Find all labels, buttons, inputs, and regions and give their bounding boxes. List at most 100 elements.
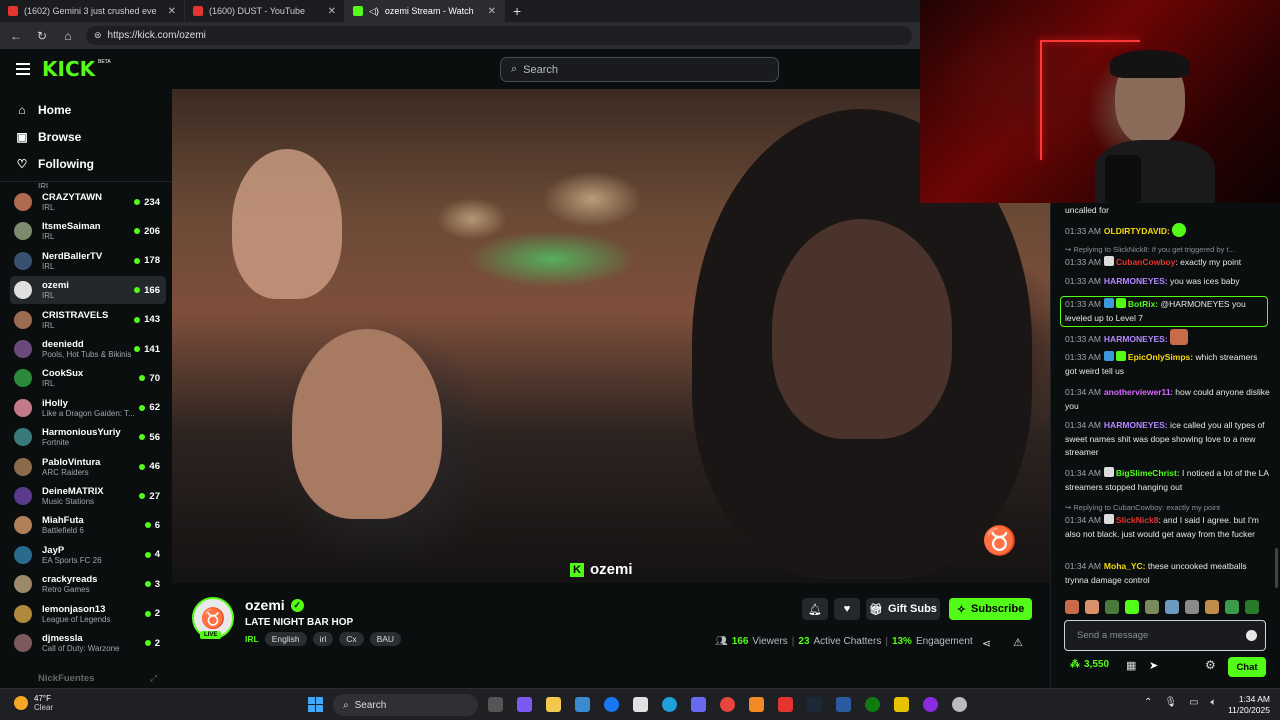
tray-chevron-icon[interactable]: ⌃	[1144, 697, 1152, 708]
chat-username[interactable]: EpicOnlySimps:	[1128, 352, 1193, 362]
speaker-icon[interactable]: ◁)	[369, 6, 379, 17]
emote-icon[interactable]	[1085, 600, 1099, 614]
hamburger-menu-icon[interactable]	[16, 63, 30, 75]
follow-heart-button[interactable]: ♥	[834, 598, 860, 620]
sidebar-channel-item[interactable]: ozemi IRL 166	[10, 276, 166, 305]
sidebar-footer-channel[interactable]: NickFuentes	[38, 673, 95, 684]
emote-icon[interactable]	[1185, 600, 1199, 614]
obs-icon[interactable]	[923, 697, 938, 712]
sidebar-channel-item[interactable]: NerdBallerTV IRL 178	[10, 247, 166, 275]
video-player[interactable]: ♉ K ozemi	[172, 89, 1050, 583]
gift-subs-button[interactable]: 🎁︎ Gift Subs	[866, 598, 940, 620]
store-icon[interactable]: ▦	[1126, 659, 1136, 672]
chat-username[interactable]: BigSlimeChrist:	[1116, 468, 1180, 478]
volume-icon[interactable]: 🔈︎	[1211, 697, 1217, 708]
settings-icon[interactable]	[952, 697, 967, 712]
sidebar-channel-item[interactable]: iHolly Like a Dragon Gaiden: T... 62	[10, 394, 166, 422]
app-icon[interactable]	[836, 697, 851, 712]
close-tab-icon[interactable]: ✕	[168, 6, 176, 17]
sidebar-channel-item[interactable]: DeineMATRIX Music Stations 27	[10, 482, 166, 510]
settings-gear-icon[interactable]: ⚙	[1205, 658, 1216, 672]
sidebar-channel-item[interactable]: lemonjason13 League of Legends 2	[10, 600, 166, 628]
emote-icon[interactable]	[1225, 600, 1239, 614]
channel-name[interactable]: ozemi ✓	[245, 597, 304, 613]
taskbar-clock[interactable]: 1:34 AM 11/20/2025	[1228, 694, 1270, 716]
network-icon[interactable]: ▭	[1189, 697, 1198, 708]
nav-home[interactable]: ⌂ Home	[16, 103, 71, 117]
browser-tab[interactable]: (1602) Gemini 3 just crushed eve ✕	[0, 0, 185, 22]
sidebar-channel-item[interactable]: crackyreads Retro Games 3	[10, 570, 166, 598]
chrome-icon[interactable]	[720, 697, 735, 712]
xbox-icon[interactable]	[865, 697, 880, 712]
category-link[interactable]: IRL	[245, 634, 259, 644]
browser-tab-active[interactable]: ◁) ozemi Stream - Watch Live o ✕	[345, 0, 505, 22]
edge-icon[interactable]	[662, 697, 677, 712]
emote-icon[interactable]	[1125, 600, 1139, 614]
chat-username[interactable]: CubanCowboy	[1116, 257, 1176, 267]
windows-start-icon[interactable]	[308, 697, 323, 712]
chat-username[interactable]: HARMONEYES:	[1104, 334, 1168, 344]
nav-following[interactable]: ♡ Following	[16, 157, 94, 171]
kick-logo[interactable]: KICK	[42, 57, 95, 81]
sidebar-channel-item[interactable]: CRAZYTAWN IRL 234	[10, 188, 166, 216]
sidebar-channel-item[interactable]: djmessla Call of Duty: Warzone 2	[10, 629, 166, 657]
chat-username[interactable]: HARMONEYES:	[1104, 276, 1168, 286]
emote-icon[interactable]	[1105, 600, 1119, 614]
tag-chip[interactable]: English	[264, 632, 307, 646]
search-input[interactable]: ⌕ Search	[500, 57, 779, 82]
emote-icon[interactable]	[1145, 600, 1159, 614]
chat-username[interactable]: HARMONEYES:	[1104, 420, 1168, 430]
site-info-icon[interactable]: ⊜	[94, 30, 102, 41]
channel-points[interactable]: ⁂ 3,550	[1070, 659, 1109, 670]
vlc-icon[interactable]	[749, 697, 764, 712]
nav-browse[interactable]: ▣ Browse	[16, 130, 81, 144]
tag-chip[interactable]: Cx	[339, 632, 364, 646]
url-field[interactable]: ⊜ https://kick.com/ozemi	[86, 26, 912, 45]
calculator-icon[interactable]	[691, 697, 706, 712]
sidebar-channel-item[interactable]: ItsmeSaiman IRL 206	[10, 217, 166, 245]
emote-icon[interactable]	[1065, 600, 1079, 614]
emote-icon[interactable]	[1205, 600, 1219, 614]
sidebar-channel-item[interactable]: HarmoniousYuriy Fortnite 56	[10, 423, 166, 451]
chat-message-input[interactable]: Send a message	[1064, 620, 1266, 651]
close-tab-icon[interactable]: ✕	[488, 6, 496, 17]
collapse-icon[interactable]: ⤢	[150, 673, 157, 684]
file-explorer-icon[interactable]	[546, 697, 561, 712]
steam-icon[interactable]	[807, 697, 822, 712]
browser-tab[interactable]: (1600) DUST - YouTube ✕	[185, 0, 345, 22]
notification-bell-button[interactable]: 🔔︎	[802, 598, 828, 620]
weather-widget[interactable]: 47°F Clear	[14, 694, 53, 712]
emote-icon[interactable]	[1245, 600, 1259, 614]
emoji-picker-icon[interactable]	[1246, 630, 1257, 641]
sidebar-channel-item[interactable]: CRISTRAVELS IRL 143	[10, 306, 166, 334]
report-icon[interactable]: ⚠	[1013, 636, 1023, 649]
chat-send-button[interactable]: Chat	[1228, 657, 1266, 677]
chat-username[interactable]: Moha_YC:	[1104, 561, 1146, 571]
youtube-icon[interactable]	[778, 697, 793, 712]
chat-username[interactable]: BotRix:	[1128, 299, 1158, 309]
sidebar-channel-item[interactable]: JayP EA Sports FC 26 4	[10, 541, 166, 569]
chat-username[interactable]: SlickNick8	[1116, 515, 1159, 525]
amazon-icon[interactable]	[633, 697, 648, 712]
store-app-icon[interactable]	[575, 697, 590, 712]
sticky-notes-icon[interactable]	[894, 697, 909, 712]
sidebar-channel-item[interactable]: deeniedd Pools, Hot Tubs & Bikinis 141	[10, 335, 166, 363]
taskbar-search[interactable]: ⌕ Search	[333, 694, 478, 716]
microphone-icon[interactable]: 🎙︎	[1164, 697, 1177, 708]
facebook-icon[interactable]	[604, 697, 619, 712]
back-arrow-icon[interactable]: ←	[8, 29, 24, 43]
tag-chip[interactable]: BAU	[369, 632, 402, 646]
subscribe-button[interactable]: ✧ Subscribe	[949, 598, 1032, 620]
emote-icon[interactable]	[1165, 600, 1179, 614]
chat-username[interactable]: OLDIRTYDAVID:	[1104, 226, 1170, 236]
new-tab-icon[interactable]: +	[505, 3, 529, 19]
task-view-icon[interactable]	[488, 697, 503, 712]
sidebar-channel-item[interactable]: PabloVintura ARC Raiders 46	[10, 453, 166, 481]
chat-username[interactable]: anotherviewer11	[1104, 387, 1171, 397]
chat-scrollbar[interactable]	[1275, 548, 1278, 588]
home-icon[interactable]: ⌂	[60, 29, 76, 43]
tag-chip[interactable]: irl	[312, 632, 334, 646]
reload-icon[interactable]: ↻	[34, 29, 50, 43]
copilot-icon[interactable]	[517, 697, 532, 712]
sidebar-channel-item[interactable]: MiahFuta Battlefield 6 6	[10, 511, 166, 539]
